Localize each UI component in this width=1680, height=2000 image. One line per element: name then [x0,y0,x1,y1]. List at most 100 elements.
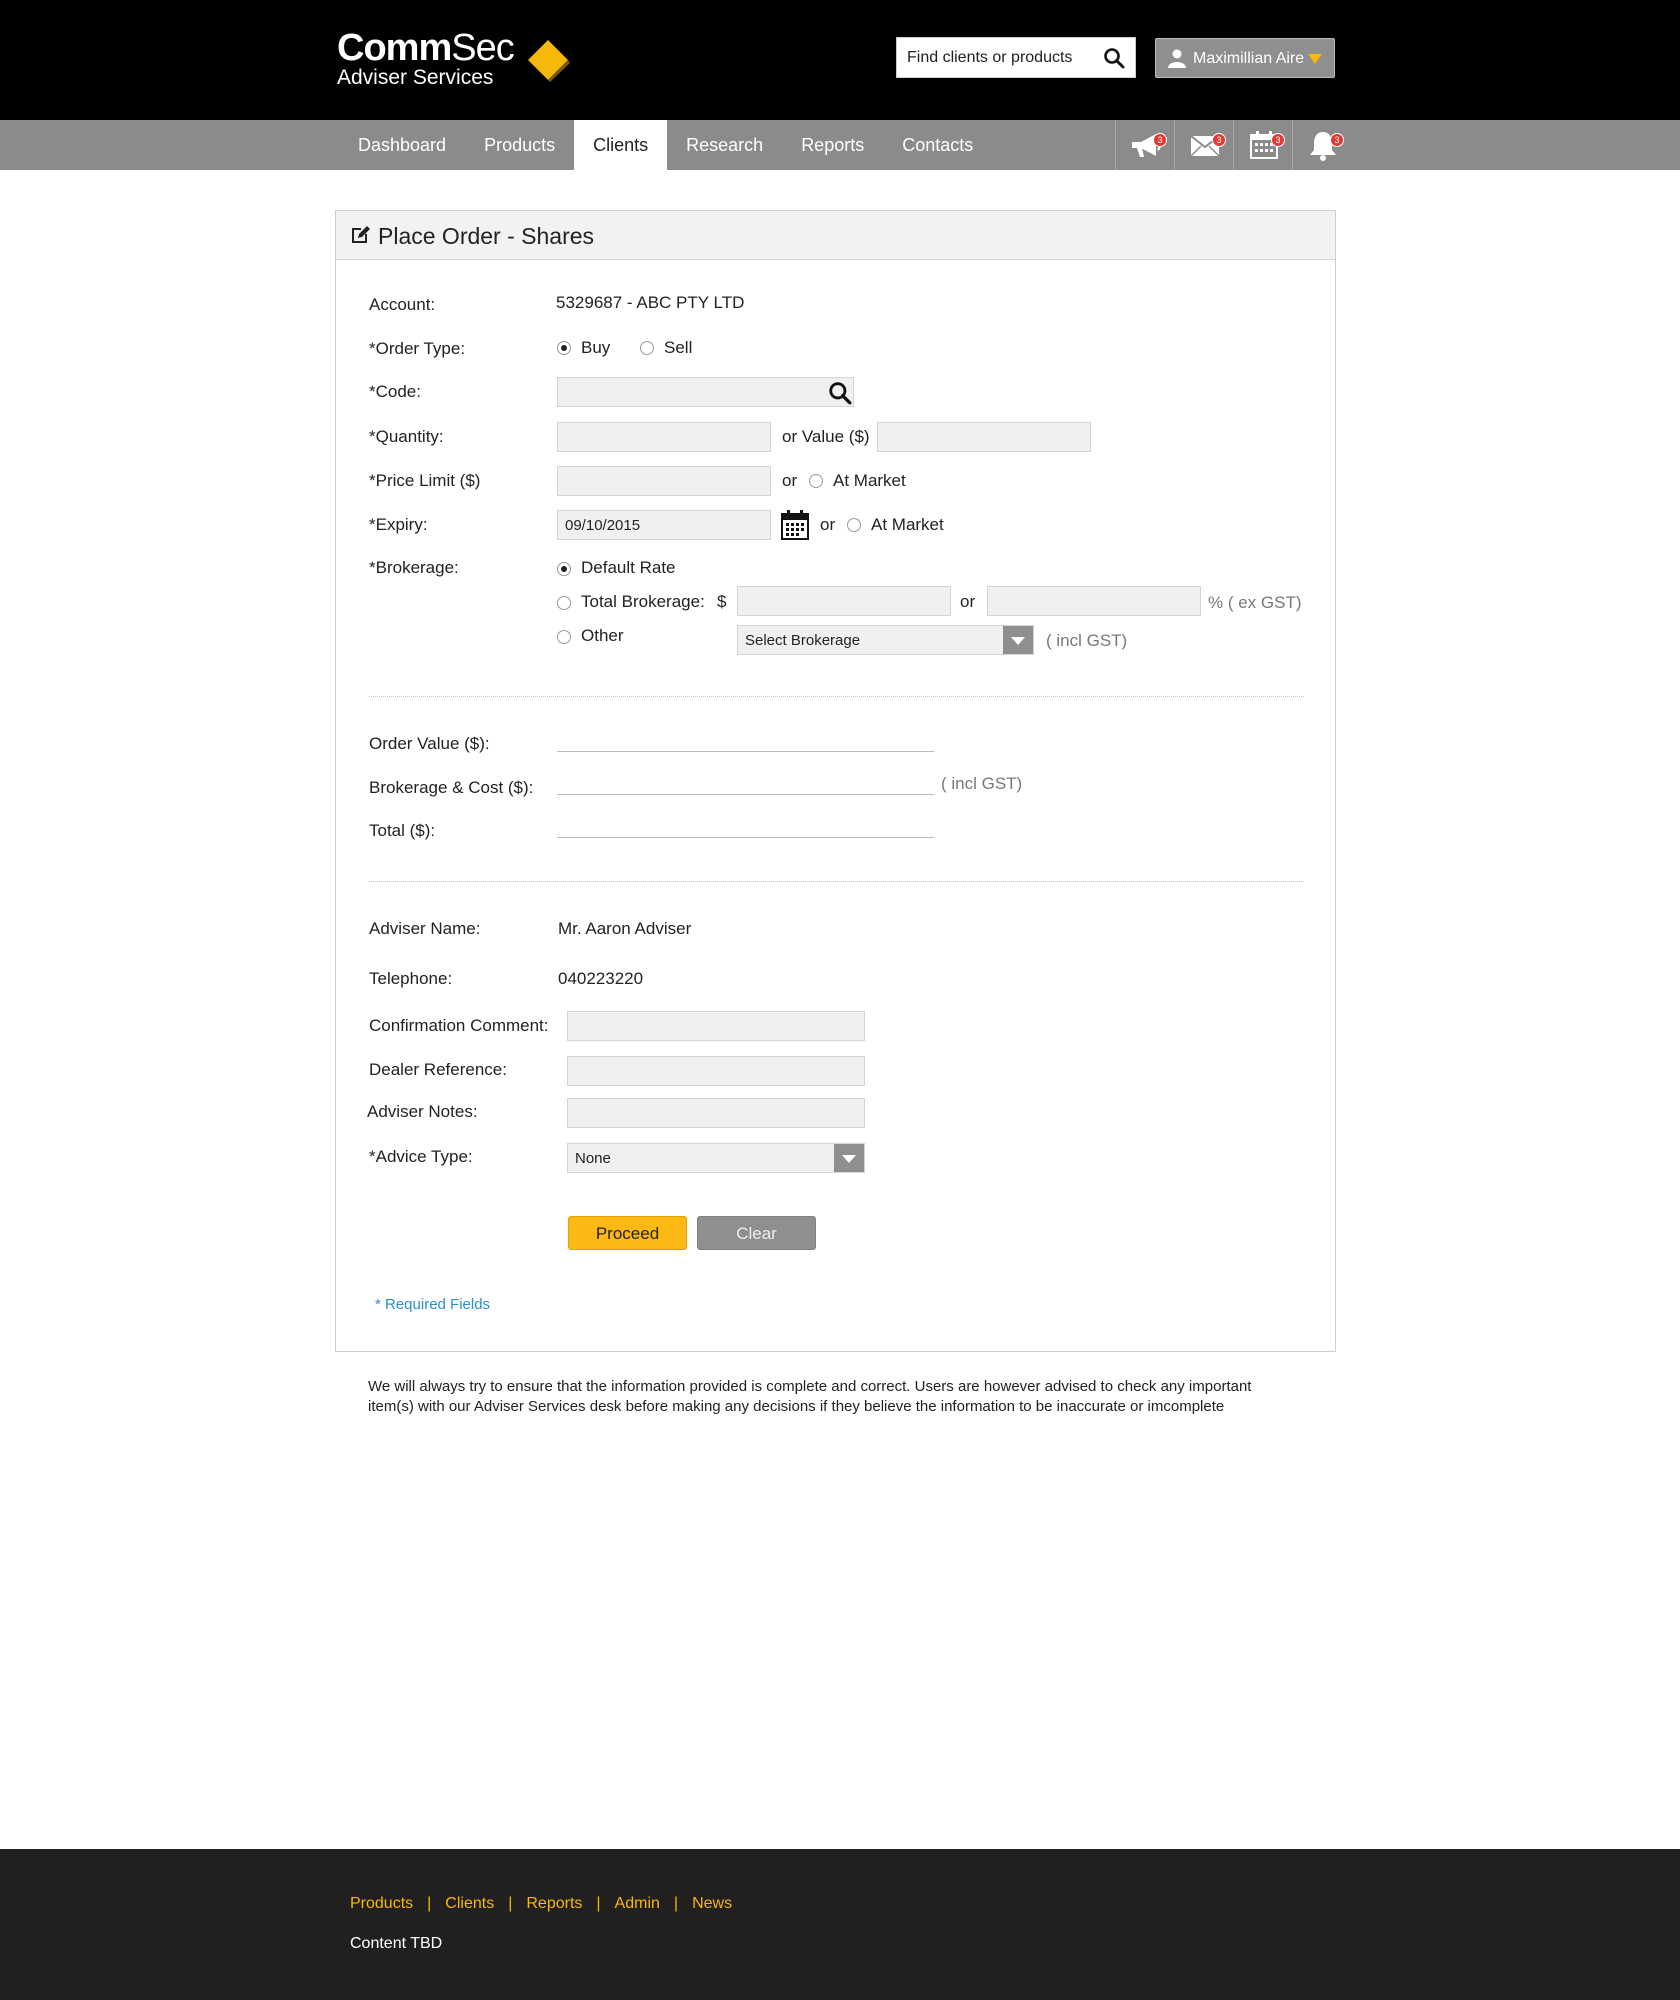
chevron-down-icon [1003,626,1033,654]
section-divider [369,881,1304,882]
adviser-notes-label: Adviser Notes: [367,1102,478,1121]
order-value-line [557,751,934,752]
panel-header: Place Order - Shares [336,211,1335,260]
brokerage-label: *Brokerage: [369,558,459,577]
nav-tab-clients[interactable]: Clients [574,120,668,170]
confirmation-comment-input[interactable] [567,1011,865,1041]
search-input[interactable] [897,38,1087,77]
clear-button[interactable]: Clear [697,1216,816,1250]
or-value-label: or Value ($) [782,427,870,446]
proceed-button[interactable]: Proceed [568,1216,687,1250]
footer-link-clients[interactable]: Clients [445,1895,494,1913]
nav-tab-research[interactable]: Research [667,120,782,170]
nav-tab-reports[interactable]: Reports [782,120,883,170]
top-header: CommSec Adviser Services Maximillian Air… [0,0,1680,120]
logo-subtitle: Adviser Services [337,66,494,89]
dealer-reference-input[interactable] [567,1056,865,1086]
section-divider [369,696,1304,697]
brokerage-incl-gst-label: ( incl GST) [1046,631,1128,650]
expiry-date-input[interactable] [557,510,771,540]
calendar-button[interactable]: 3 [1233,120,1292,170]
code-input[interactable] [557,377,854,407]
logo-sec: Sec [451,27,514,69]
main-nav: Dashboard Products Clients Research Repo… [0,120,1680,170]
price-limit-input[interactable] [557,466,771,496]
total-brokerage-dollar-input[interactable] [737,586,951,616]
adviser-name-value: Mr. Aaron Adviser [558,919,692,938]
price-at-market-radio[interactable] [809,474,823,488]
price-or-label: or [782,471,798,490]
brokerage-total-radio[interactable] [557,596,571,610]
user-menu-button[interactable]: Maximillian Aire [1155,38,1335,78]
place-order-panel: Place Order - Shares Account: 5329687 - … [335,210,1336,1352]
footer: Products | Clients | Reports | Admin | N… [0,1849,1680,2000]
footer-link-admin[interactable]: Admin [615,1895,660,1913]
account-label: Account: [369,295,436,314]
select-brokerage-value: Select Brokerage [745,632,861,649]
search-box [896,37,1136,78]
price-limit-label: *Price Limit ($) [369,471,481,490]
order-type-sell-label: Sell [664,338,693,357]
order-type-label: *Order Type: [369,339,466,358]
search-icon[interactable] [1103,47,1125,69]
calendar-badge: 3 [1271,133,1285,147]
required-fields-note: * Required Fields [375,1296,491,1313]
expiry-at-market-label: At Market [871,515,944,534]
brokerage-default-rate-radio[interactable] [557,562,571,576]
footer-content: Content TBD [350,1935,443,1952]
brokerage-other-label: Other [581,626,624,645]
adviser-name-label: Adviser Name: [369,919,481,938]
order-type-buy-radio[interactable] [557,341,571,355]
disclaimer-text: We will always try to ensure that the in… [368,1378,1252,1415]
chevron-down-icon [1308,54,1322,64]
total-brokerage-percent-input[interactable] [987,586,1201,616]
percent-ex-gst-label: % ( ex GST) [1208,593,1302,612]
brokerage-or-label: or [960,592,976,611]
dealer-reference-label: Dealer Reference: [369,1060,507,1079]
logo-comm: Comm [337,27,452,69]
announcements-button[interactable]: 3 [1115,120,1174,170]
nav-tab-dashboard[interactable]: Dashboard [339,120,465,170]
chevron-down-icon [834,1144,864,1172]
brokerage-cost-line [557,794,934,795]
order-value-label: Order Value ($): [369,734,490,753]
expiry-or-label: or [820,515,836,534]
advice-type-label: *Advice Type: [369,1147,473,1166]
advice-type-value: None [575,1150,611,1167]
edit-icon [352,226,370,243]
brokerage-total-label: Total Brokerage: [581,592,705,611]
expiry-calendar-icon[interactable] [781,510,809,540]
quantity-label: *Quantity: [369,427,444,446]
value-input[interactable] [877,422,1091,452]
price-at-market-label: At Market [833,471,906,490]
footer-link-products[interactable]: Products [350,1895,413,1913]
total-label: Total ($): [369,821,436,840]
brokerage-default-rate-label: Default Rate [581,558,676,577]
expiry-at-market-radio[interactable] [847,518,861,532]
adviser-notes-input[interactable] [567,1098,865,1128]
footer-link-news[interactable]: News [692,1895,732,1913]
announcements-badge: 3 [1153,133,1167,147]
notifications-button[interactable]: 3 [1292,120,1351,170]
select-brokerage-dropdown[interactable]: Select Brokerage [737,625,1034,655]
nav-tab-contacts[interactable]: Contacts [883,120,992,170]
footer-separator: | [596,1895,601,1912]
footer-separator: | [427,1895,432,1912]
commsec-logo[interactable]: CommSec Adviser Services [337,27,515,90]
confirmation-comment-label: Confirmation Comment: [369,1016,549,1035]
quantity-input[interactable] [557,422,771,452]
advice-type-dropdown[interactable]: None [567,1143,865,1173]
brokerage-dollar-sign: $ [717,592,727,611]
code-search-icon[interactable] [828,381,852,405]
footer-link-reports[interactable]: Reports [526,1895,582,1913]
brokerage-other-radio[interactable] [557,630,571,644]
nav-tab-products[interactable]: Products [465,120,574,170]
user-name: Maximillian Aire [1193,50,1305,67]
total-line [557,837,934,838]
order-type-buy-label: Buy [581,338,611,357]
messages-button[interactable]: 3 [1174,120,1233,170]
account-value: 5329687 - ABC PTY LTD [556,293,745,312]
notifications-badge: 3 [1330,133,1344,147]
order-type-sell-radio[interactable] [640,341,654,355]
messages-badge: 3 [1212,133,1226,147]
